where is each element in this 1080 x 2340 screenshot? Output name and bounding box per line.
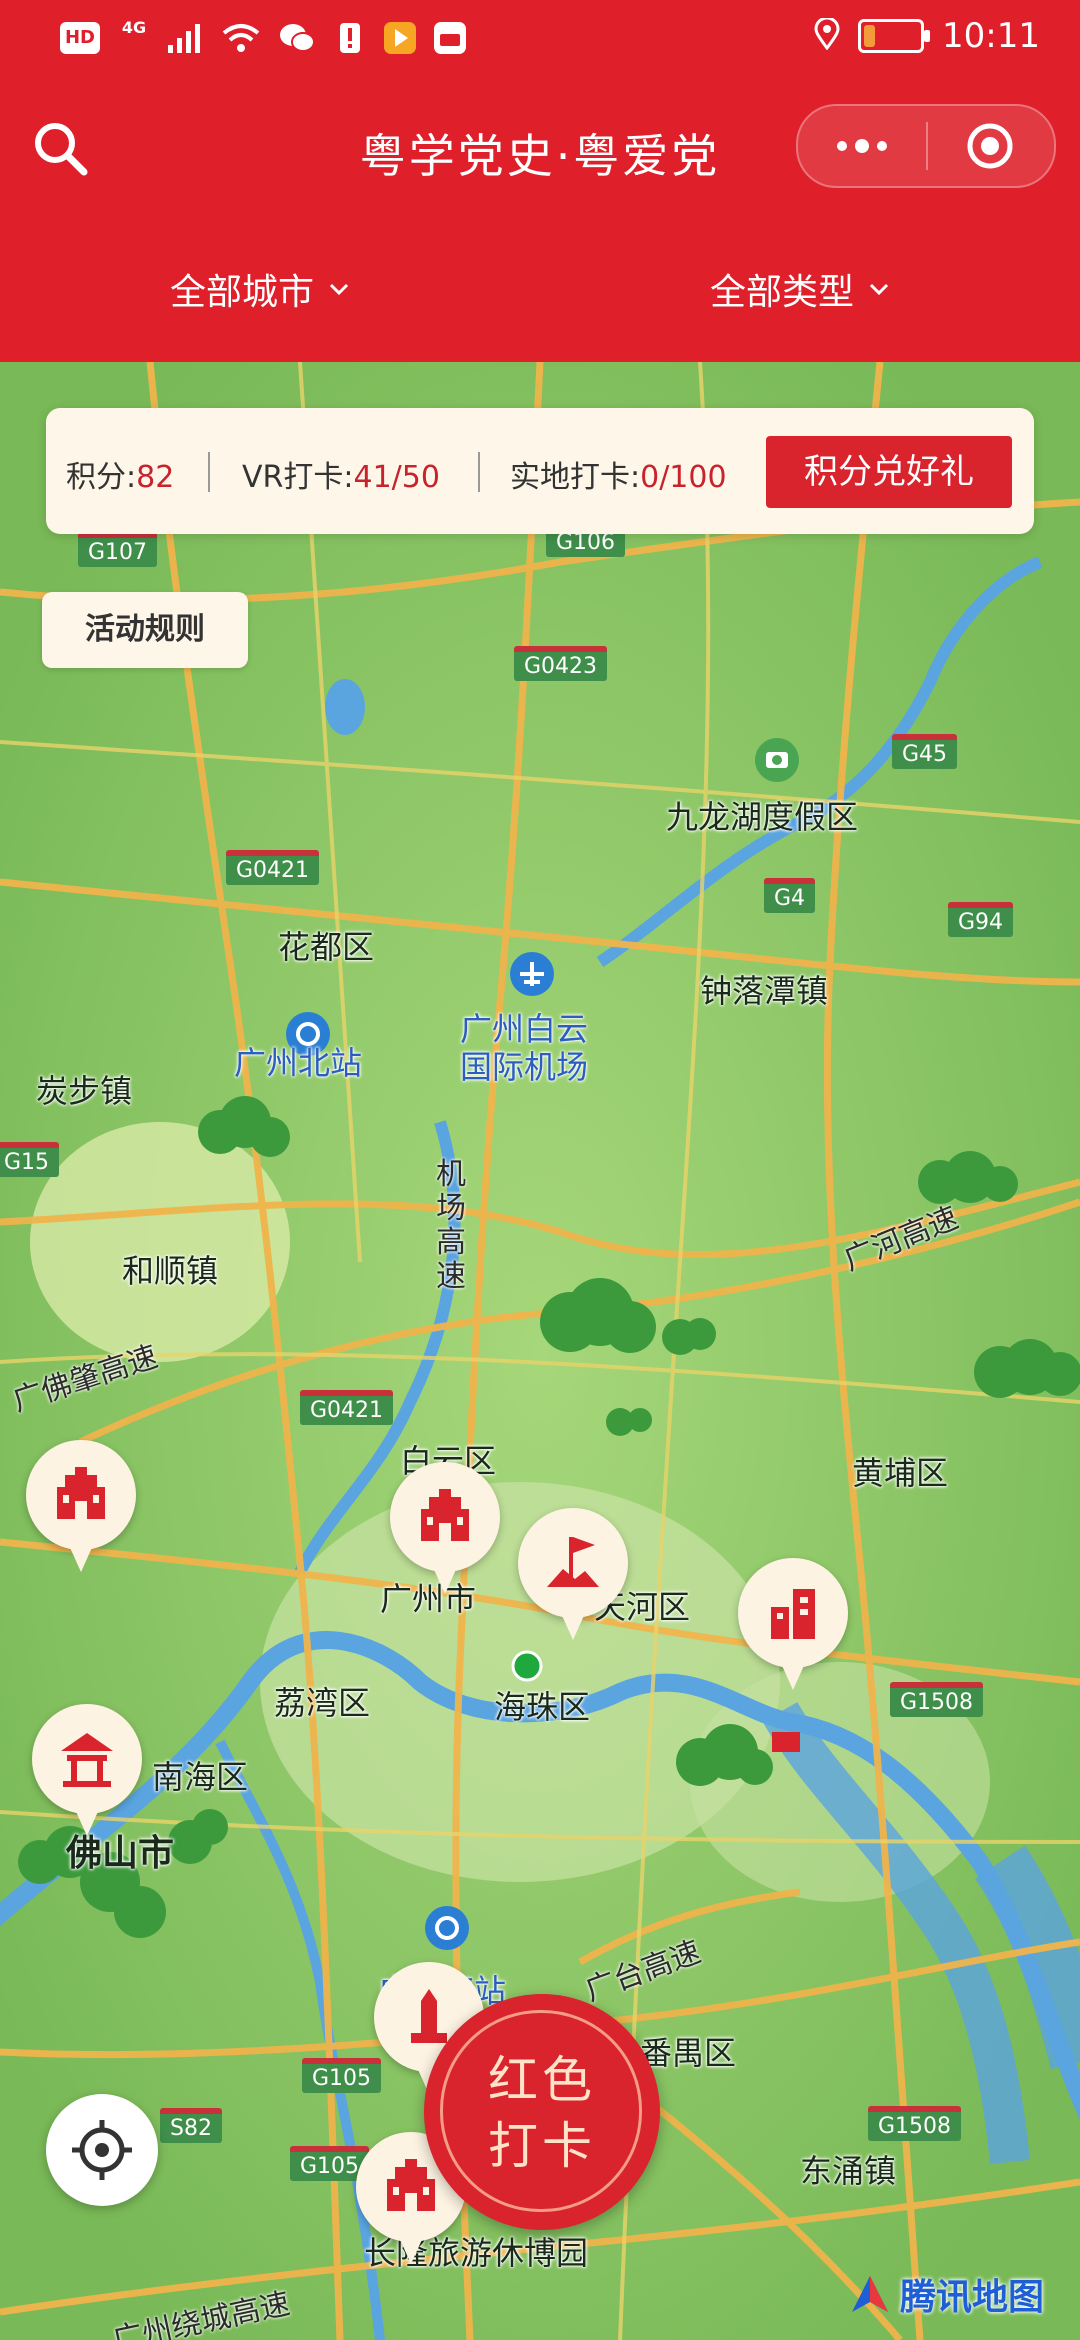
gate-icon: [57, 1467, 105, 1519]
place-label-jiulonghu: 九龙湖度假区: [666, 798, 859, 836]
place-label-gz-north-station: 广州北站: [234, 1044, 363, 1082]
type-filter-label: 全部类型: [710, 272, 855, 313]
status-bar: HD 4G 10:11: [0, 0, 1080, 80]
pin-tail: [393, 2224, 429, 2264]
alert-icon: [334, 18, 366, 58]
status-time: 10:11: [942, 16, 1040, 56]
onsite-checkin-stat: 实地打卡:0/100: [510, 452, 727, 496]
highway-shield: G1508: [890, 1682, 984, 1717]
points-label: 积分:: [66, 460, 137, 495]
activity-rules-button[interactable]: 活动规则: [42, 592, 248, 668]
place-label-huangpu: 黄埔区: [852, 1454, 949, 1492]
highway-shield: G45: [892, 734, 958, 769]
pin-tail: [775, 1650, 811, 1690]
highway-shield: G1508: [868, 2106, 962, 2141]
place-label-tanbu: 炭步镇: [36, 1072, 133, 1110]
highway-shield: G15: [0, 1142, 60, 1177]
landmark-pin[interactable]: [26, 1440, 136, 1576]
place-label-haizhu: 海珠区: [494, 1688, 591, 1726]
chevron-down-icon: [329, 283, 349, 296]
highway-shield: G0421: [300, 1390, 394, 1425]
place-label-baiyun-airport: 广州白云 国际机场: [460, 1010, 589, 1086]
place-label-zhongluotan: 钟落潭镇: [700, 972, 829, 1010]
app-header: HD 4G 10:11 粤学党史·粤爱党 全部城市 全部类型: [0, 0, 1080, 362]
landmark-pin[interactable]: [518, 1508, 628, 1644]
road-label-airport-expressway: 机场高速: [436, 1157, 466, 1294]
pin-tail: [69, 1796, 105, 1836]
gate-icon: [421, 1489, 469, 1541]
type-filter[interactable]: 全部类型: [710, 263, 890, 315]
place-label-huadu: 花都区: [278, 928, 375, 966]
miniprogram-capsule: [796, 104, 1056, 188]
highway-shield: G0421: [226, 850, 320, 885]
play-icon: [384, 18, 416, 58]
network-type: 4G: [121, 18, 147, 37]
battery-level: [864, 25, 876, 47]
checkin-label-line2: 打卡: [488, 2117, 596, 2175]
stat-divider: [478, 452, 480, 492]
city-filter-label: 全部城市: [170, 272, 315, 313]
highway-shield: S82: [160, 2108, 222, 2143]
map-provider-label: 腾讯地图: [900, 2277, 1045, 2318]
hd-icon: HD: [60, 22, 100, 54]
close-miniprogram-icon[interactable]: [966, 122, 1014, 170]
location-icon: [814, 16, 840, 54]
points-stat: 积分:82: [66, 452, 174, 496]
points-value: 82: [136, 460, 175, 495]
wifi-icon: [222, 18, 260, 58]
stat-divider: [208, 452, 210, 492]
redeem-gifts-button[interactable]: 积分兑好礼: [766, 436, 1012, 508]
place-label-dongchong: 东涌镇: [800, 2152, 897, 2190]
pin-tail: [63, 1532, 99, 1572]
vr-value: 41/50: [353, 460, 440, 495]
tencent-map-icon: [852, 2276, 888, 2312]
huawei-icon: [434, 18, 466, 58]
pavilion-icon: [61, 1733, 113, 1787]
landmark-pin[interactable]: [32, 1704, 142, 1840]
wechat-icon: [278, 18, 316, 58]
chevron-down-icon: [869, 283, 889, 296]
vr-label: VR打卡:: [242, 460, 354, 495]
place-label-heshun: 和顺镇: [122, 1252, 219, 1290]
red-checkin-button[interactable]: 红色 打卡: [424, 1994, 660, 2230]
vr-checkin-stat: VR打卡:41/50: [242, 452, 440, 496]
title-bar: 粤学党史·粤爱党: [0, 90, 1080, 200]
battery-icon: [858, 19, 931, 53]
place-label-nanhai: 南海区: [152, 1758, 249, 1796]
highway-shield: G0423: [514, 646, 608, 681]
onsite-value: 0/100: [640, 460, 727, 495]
city-filter[interactable]: 全部城市: [170, 263, 350, 315]
tencent-map-logo: 腾讯地图: [848, 2268, 1044, 2320]
flag-icon: [547, 1537, 599, 1587]
signal-icon: [168, 18, 204, 58]
crosshair-icon: [72, 2120, 132, 2180]
locate-button[interactable]: [46, 2094, 158, 2206]
landmark-pin[interactable]: [738, 1558, 848, 1694]
highway-shield: G4: [764, 878, 816, 913]
pin-tail: [427, 1554, 463, 1594]
more-icon[interactable]: [830, 124, 894, 168]
landmark-pin[interactable]: [390, 1462, 500, 1598]
onsite-label: 实地打卡:: [510, 460, 641, 495]
building-icon: [771, 1589, 815, 1639]
highway-shield: G105: [302, 2058, 382, 2093]
pin-tail: [555, 1600, 591, 1640]
highway-shield: G107: [78, 532, 158, 567]
checkin-label-line1: 红色: [488, 2051, 596, 2109]
place-label-liwan: 荔湾区: [274, 1684, 371, 1722]
filter-bar: 全部城市 全部类型: [0, 255, 1080, 325]
highway-shield: G94: [948, 902, 1014, 937]
points-stats-card: 积分:82 VR打卡:41/50 实地打卡:0/100 积分兑好礼: [46, 408, 1034, 534]
capsule-divider: [926, 122, 928, 170]
